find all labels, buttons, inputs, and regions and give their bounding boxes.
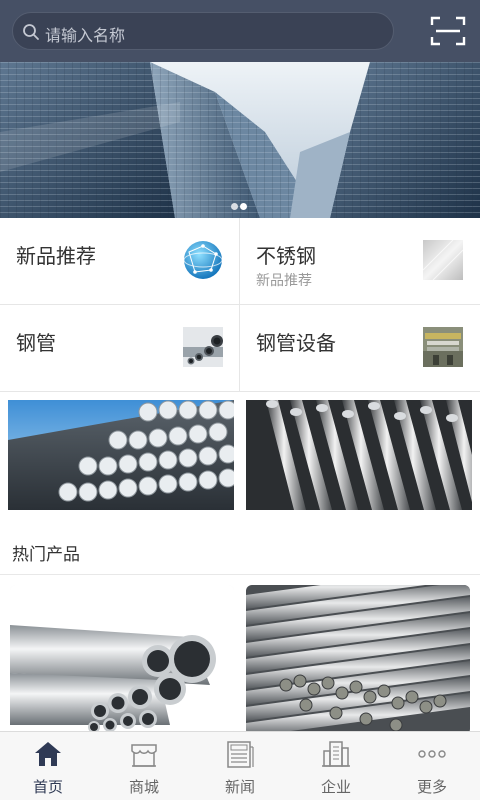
category-title: 钢管设备 [256, 331, 336, 355]
product-image-pipes [10, 585, 234, 735]
tab-more[interactable]: 更多 [384, 732, 480, 800]
category-pipe-equipment[interactable]: 钢管设备 [240, 305, 480, 392]
category-title: 钢管 [16, 331, 56, 355]
category-steel-pipe[interactable]: 钢管 [0, 305, 240, 392]
tab-label: 首页 [32, 778, 63, 796]
search-icon [23, 24, 39, 40]
section-title-hot-products: 热门产品 [12, 545, 80, 565]
product-card[interactable] [246, 585, 470, 735]
top-bar: 请输入名称 [0, 0, 480, 62]
tab-label: 商城 [128, 778, 159, 796]
category-stainless-steel[interactable]: 不锈钢 新品推荐 [240, 218, 480, 305]
pipe-equipment-icon [423, 327, 463, 367]
carousel-dot[interactable] [231, 203, 238, 210]
steel-sheet-icon [423, 240, 463, 280]
building-icon [322, 741, 350, 767]
carousel-dot-active[interactable] [240, 203, 247, 210]
news-icon [227, 741, 254, 768]
category-title: 新品推荐 [16, 244, 96, 268]
scan-icon[interactable] [430, 16, 466, 46]
globe-icon [183, 241, 223, 279]
tab-label: 新闻 [224, 778, 255, 796]
feature-image-rods[interactable] [246, 400, 472, 510]
store-icon [131, 744, 157, 767]
search-bar[interactable]: 请输入名称 [12, 12, 394, 50]
category-subtitle: 新品推荐 [256, 273, 312, 289]
banner-carousel[interactable] [0, 62, 480, 218]
steel-pipe-icon [183, 327, 223, 367]
tab-label: 企业 [320, 778, 351, 796]
product-image-rods [246, 585, 470, 735]
tab-news[interactable]: 新闻 [192, 732, 288, 800]
feature-image-pipes[interactable] [8, 400, 234, 510]
pipes-image [8, 400, 234, 510]
rods-image [246, 400, 472, 510]
category-title: 不锈钢 [256, 244, 316, 268]
tab-enterprise[interactable]: 企业 [288, 732, 384, 800]
bottom-tab-bar: 首页 商城 新闻 企业 更多 [0, 731, 480, 800]
category-new-products[interactable]: 新品推荐 [0, 218, 240, 305]
search-placeholder: 请输入名称 [45, 26, 126, 45]
section-divider [0, 574, 480, 575]
category-grid: 新品推荐 不锈钢 新品推荐 钢管 钢管设备 [0, 218, 480, 392]
tab-home[interactable]: 首页 [0, 732, 96, 800]
banner-image [0, 62, 480, 218]
product-card[interactable] [10, 585, 234, 735]
home-icon [35, 742, 61, 766]
tab-store[interactable]: 商城 [96, 732, 192, 800]
tab-label: 更多 [416, 778, 447, 796]
more-icon [418, 750, 446, 758]
